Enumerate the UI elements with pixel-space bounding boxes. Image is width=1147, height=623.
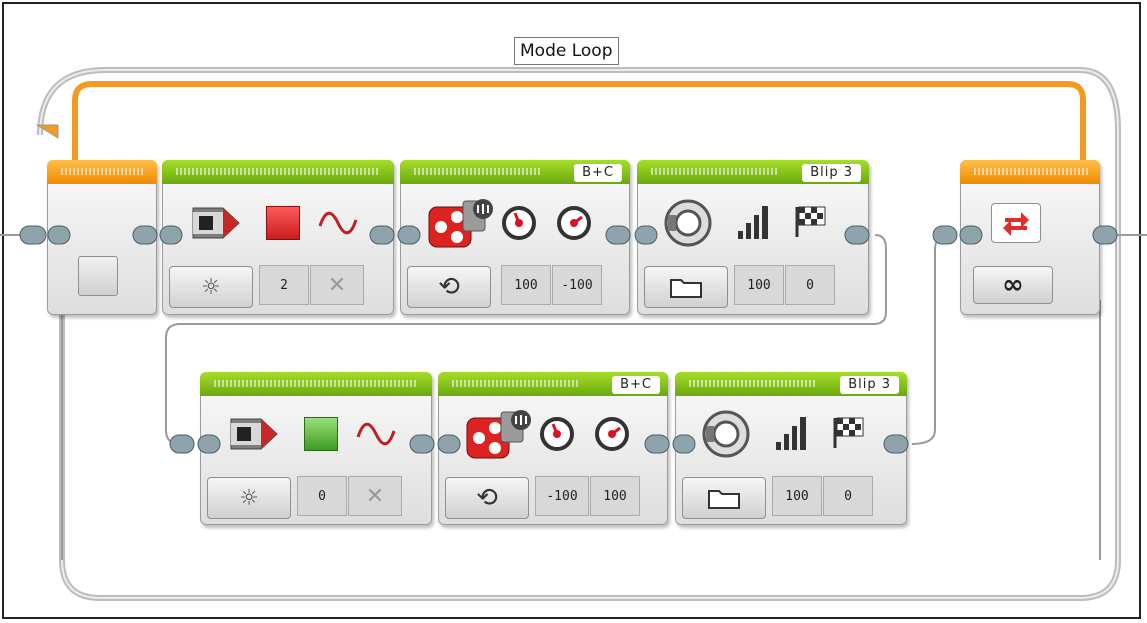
seq-plug[interactable] bbox=[634, 225, 658, 245]
seq-plug[interactable] bbox=[159, 225, 183, 245]
seq-plug[interactable] bbox=[197, 434, 221, 454]
seq-plug[interactable] bbox=[959, 225, 983, 245]
seq-plug[interactable] bbox=[169, 434, 195, 454]
seq-plug[interactable] bbox=[1092, 225, 1118, 245]
seq-plug[interactable] bbox=[644, 434, 670, 454]
seq-plug[interactable] bbox=[409, 434, 435, 454]
seq-plug[interactable] bbox=[883, 434, 909, 454]
seq-plug[interactable] bbox=[672, 434, 696, 454]
seq-plug[interactable] bbox=[605, 225, 631, 245]
seq-plug[interactable] bbox=[397, 225, 421, 245]
seq-plug[interactable] bbox=[369, 225, 395, 245]
seq-plug[interactable] bbox=[19, 225, 47, 245]
seq-plug[interactable] bbox=[47, 225, 71, 245]
seq-plug[interactable] bbox=[932, 225, 958, 245]
seq-plug[interactable] bbox=[132, 225, 158, 245]
sequence-plugs bbox=[19, 225, 1118, 454]
seq-plug[interactable] bbox=[844, 225, 870, 245]
seq-plug[interactable] bbox=[437, 434, 461, 454]
